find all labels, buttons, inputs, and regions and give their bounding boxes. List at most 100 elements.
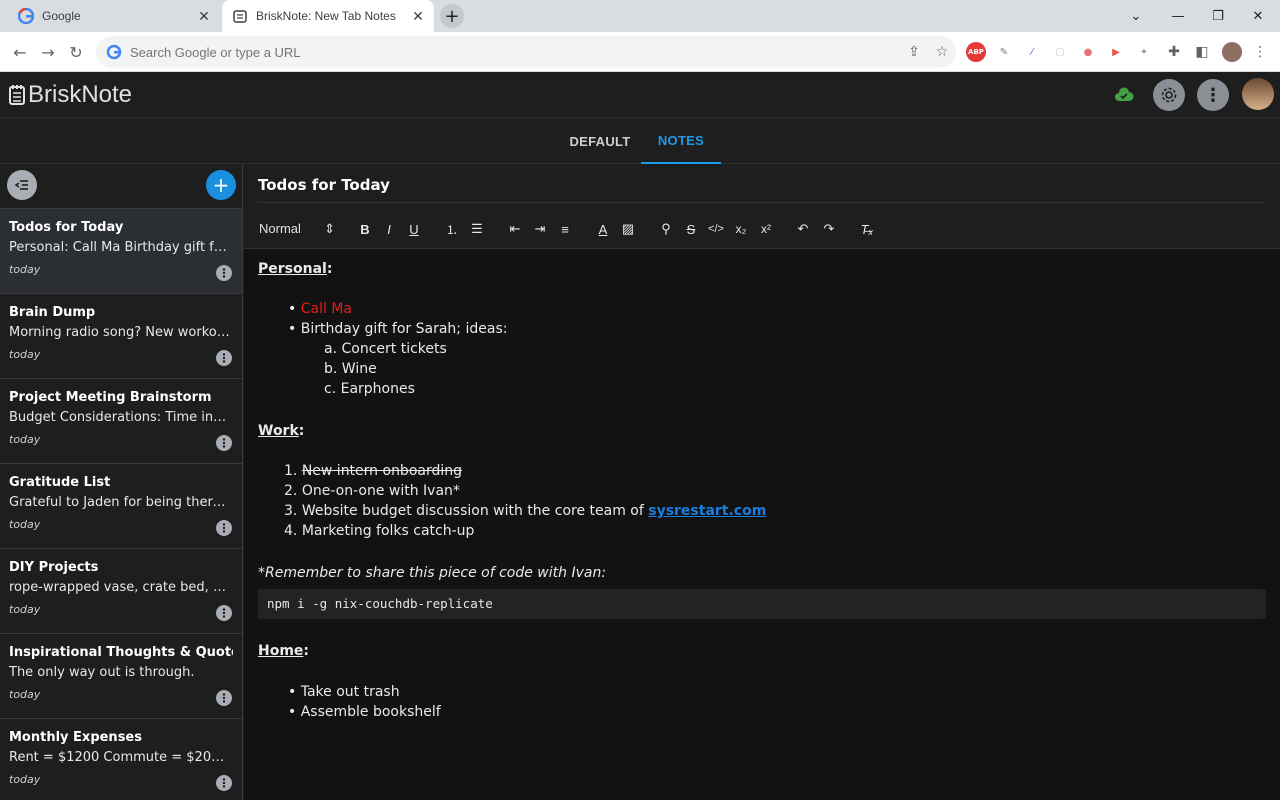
undo-icon[interactable]: ↶ xyxy=(794,220,812,238)
note-list-item[interactable]: DIY Projects rope-wrapped vase, crate bed… xyxy=(0,548,242,633)
omnibox-input[interactable] xyxy=(130,44,900,60)
browser-tab-google[interactable]: Google ✕ xyxy=(8,0,220,32)
note-menu-icon[interactable] xyxy=(216,520,232,536)
note-list-item[interactable]: Inspirational Thoughts & Quotes The only … xyxy=(0,633,242,718)
restore-icon[interactable]: ❐ xyxy=(1198,0,1238,32)
note-title-input[interactable] xyxy=(258,176,1266,203)
align-icon[interactable]: ≡ xyxy=(556,220,574,238)
note-preview: Personal: Call Ma Birthday gift for Sara… xyxy=(9,240,231,255)
reminder-text: *Remember to share this piece of code wi… xyxy=(258,565,607,581)
note-menu-icon[interactable] xyxy=(216,350,232,366)
background-color-icon[interactable]: ▨ xyxy=(619,220,637,238)
browser-toolbar: ← → ↻ ⇪ ☆ ABP ✎ ⁄ ▢ ● ▶ ✦ ✚ ◧ ⋮ xyxy=(0,32,1280,72)
sysrestart-link[interactable]: sysrestart.com xyxy=(648,503,766,519)
note-menu-icon[interactable] xyxy=(216,435,232,451)
list-item: 3. Website budget discussion with the co… xyxy=(284,503,767,519)
profile-icon[interactable] xyxy=(1222,42,1242,62)
format-toolbar: Normal ⇕ B I U ⒈ ☰ ⇤ ⇥ ≡ A ▨ ⚲ S </> x₂ … xyxy=(244,209,1280,249)
omnibox[interactable]: ⇪ ☆ xyxy=(96,36,956,68)
note-date: today xyxy=(9,348,41,361)
clear-format-icon[interactable]: T̶ₓ xyxy=(858,220,876,238)
note-menu-icon[interactable] xyxy=(216,690,232,706)
list-item: • Call Ma xyxy=(288,301,352,317)
app-logo: BriskNote xyxy=(8,81,132,109)
home-heading: Home: xyxy=(258,643,310,659)
subscript-icon[interactable]: x₂ xyxy=(732,220,750,238)
note-date: today xyxy=(9,518,41,531)
sidebar-toolbar: + xyxy=(0,164,242,208)
share-icon[interactable]: ⇪ xyxy=(900,44,928,60)
note-list-item[interactable]: Todos for Today Personal: Call Ma Birthda… xyxy=(0,208,242,293)
code-icon[interactable]: </> xyxy=(707,220,725,238)
redo-icon[interactable]: ↷ xyxy=(820,220,838,238)
avatar[interactable] xyxy=(1242,78,1274,110)
feather-icon[interactable]: ⁄ xyxy=(1022,42,1042,62)
note-menu-icon[interactable] xyxy=(216,775,232,791)
tab-title: BriskNote: New Tab Notes xyxy=(256,9,396,23)
menu-dots-icon[interactable]: ⋮ xyxy=(1250,42,1270,62)
indent-icon[interactable]: ⇥ xyxy=(531,220,549,238)
note-menu-icon[interactable] xyxy=(216,265,232,281)
forward-icon[interactable]: → xyxy=(36,40,60,64)
close-window-icon[interactable]: ✕ xyxy=(1238,0,1278,32)
note-title: Gratitude List xyxy=(9,475,111,490)
puzzle-icon[interactable]: ✚ xyxy=(1164,42,1184,62)
underline-icon[interactable]: U xyxy=(405,220,423,238)
note-date: today xyxy=(9,603,41,616)
note-list-item[interactable]: Gratitude List Grateful to Jaden for bein… xyxy=(0,463,242,548)
code-block: npm i -g nix-couchdb-replicate xyxy=(258,589,1266,619)
bold-icon[interactable]: B xyxy=(356,220,374,238)
personal-heading: Personal: xyxy=(258,261,333,277)
note-preview: Rent = $1200 Commute = $200 Groceries xyxy=(9,750,231,765)
tab-title: Google xyxy=(42,9,81,23)
superscript-icon[interactable]: x² xyxy=(757,220,775,238)
bookmark-star-icon[interactable]: ☆ xyxy=(928,44,956,60)
note-date: today xyxy=(9,688,41,701)
browser-tab-brisknote[interactable]: BriskNote: New Tab Notes ✕ xyxy=(222,0,434,32)
bullet-list-icon[interactable]: ☰ xyxy=(468,220,486,238)
sparkle-icon[interactable]: ✦ xyxy=(1134,42,1154,62)
mic-icon[interactable]: ● xyxy=(1078,42,1098,62)
more-menu-icon[interactable]: ⋮ xyxy=(1197,79,1229,111)
text-color-icon[interactable]: A xyxy=(594,220,612,238)
note-list: Todos for Today Personal: Call Ma Birthda… xyxy=(0,208,242,800)
select-arrows-icon: ⇕ xyxy=(324,221,335,236)
browser-tab-bar: Google ✕ BriskNote: New Tab Notes ✕ + ⌄ … xyxy=(0,0,1280,32)
note-list-item[interactable]: Monthly Expenses Rent = $1200 Commute = $… xyxy=(0,718,242,800)
back-icon[interactable]: ← xyxy=(8,40,32,64)
google-icon xyxy=(18,8,34,24)
add-note-button[interactable]: + xyxy=(206,170,236,200)
ordered-list-icon[interactable]: ⒈ xyxy=(443,220,461,238)
reload-icon[interactable]: ↻ xyxy=(64,40,88,64)
note-menu-icon[interactable] xyxy=(216,605,232,621)
format-select-value: Normal xyxy=(259,221,301,236)
format-select[interactable]: Normal ⇕ xyxy=(259,221,335,237)
abp-icon[interactable]: ABP xyxy=(966,42,986,62)
close-tab-icon[interactable]: ✕ xyxy=(408,8,428,25)
strikethrough-icon[interactable]: S xyxy=(682,220,700,238)
collapse-sidebar-button[interactable] xyxy=(7,170,37,200)
note-title-bar xyxy=(244,164,1280,209)
app-header: BriskNote ⋮ xyxy=(0,72,1280,118)
outdent-icon[interactable]: ⇤ xyxy=(506,220,524,238)
list-item: • Take out trash xyxy=(288,684,400,700)
tab-search-icon[interactable]: ⌄ xyxy=(1116,0,1156,32)
note-list-item[interactable]: Project Meeting Brainstorm Budget Conside… xyxy=(0,378,242,463)
italic-icon[interactable]: I xyxy=(380,220,398,238)
sidepanel-icon[interactable]: ◧ xyxy=(1192,42,1212,62)
note-preview: Grateful to Jaden for being there throug… xyxy=(9,495,231,510)
link-icon[interactable]: ⚲ xyxy=(657,220,675,238)
tab-default[interactable]: DEFAULT xyxy=(560,118,640,164)
tab-notes[interactable]: NOTES xyxy=(641,118,721,164)
pen-icon[interactable]: ✎ xyxy=(994,42,1014,62)
list-item: 2. One-on-one with Ivan* xyxy=(284,483,460,499)
note-list-item[interactable]: Brain Dump Morning radio song? New workou… xyxy=(0,293,242,378)
note-date: today xyxy=(9,263,41,276)
square-icon[interactable]: ▢ xyxy=(1050,42,1070,62)
note-preview: Budget Considerations: Time involved in xyxy=(9,410,231,425)
close-tab-icon[interactable]: ✕ xyxy=(194,8,214,25)
settings-gear-icon[interactable] xyxy=(1153,79,1185,111)
record-icon[interactable]: ▶ xyxy=(1106,42,1126,62)
minimize-icon[interactable]: — xyxy=(1158,0,1198,32)
new-tab-button[interactable]: + xyxy=(440,4,464,28)
